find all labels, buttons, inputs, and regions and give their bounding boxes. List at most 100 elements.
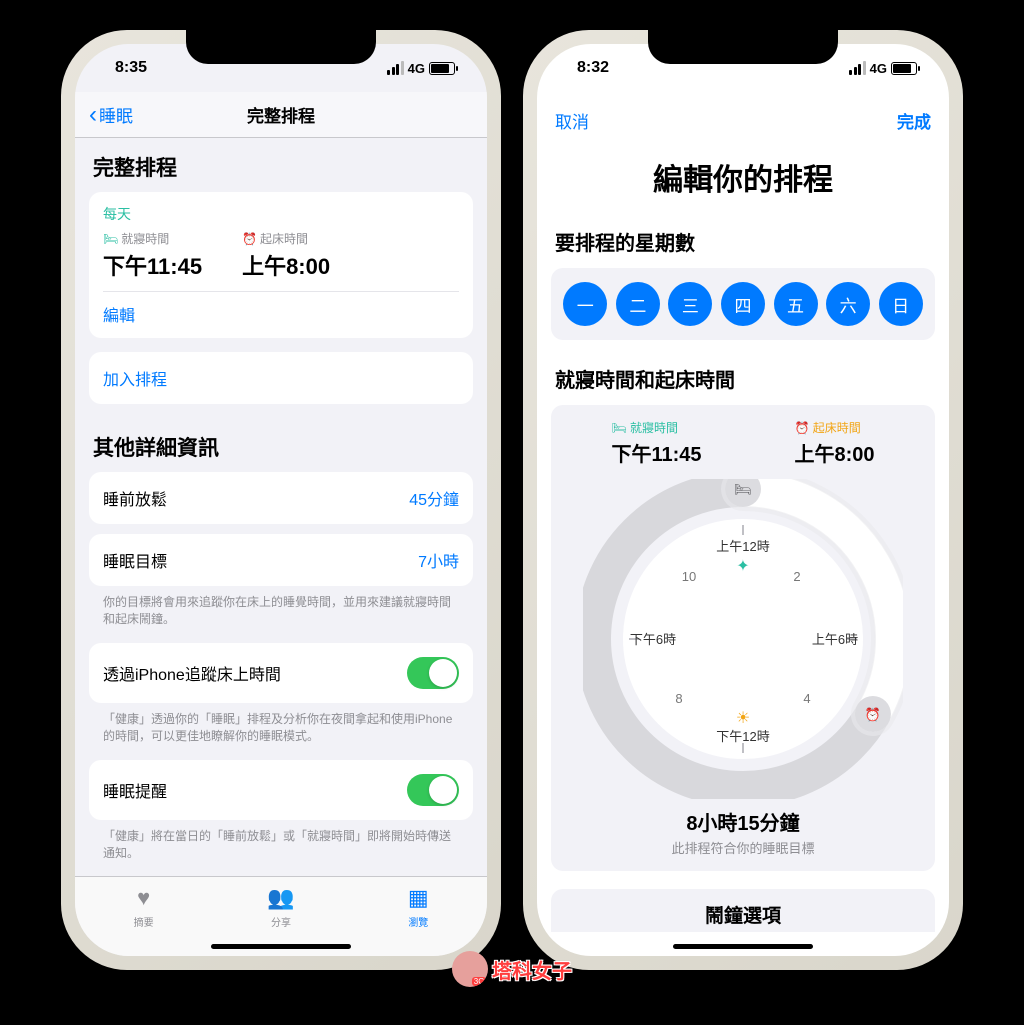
winddown-row-wrap: 睡前放鬆 45分鐘 [89, 472, 473, 524]
section-full-schedule: 完整排程 [75, 138, 487, 192]
day-mon[interactable]: 一 [563, 282, 607, 326]
section-details: 其他詳細資訊 [75, 418, 487, 472]
schedule-times: 🛏就寢時間 下午11:45 ⏰起床時間 上午8:00 [103, 230, 459, 281]
duration-value: 8小時15分鐘 [565, 807, 921, 836]
watermark-avatar-icon [452, 951, 488, 987]
phone-left: 8:35 4G ‹ 睡眠 完整排程 完整排程 每天 🛏就寢時間 下午11: [61, 30, 501, 970]
svg-text:⏰: ⏰ [865, 706, 881, 722]
winddown-label: 睡前放鬆 [103, 486, 167, 510]
days-header: 要排程的星期數 [537, 221, 949, 268]
bedtime-label: 就寢時間 [630, 421, 678, 435]
notch [648, 30, 838, 64]
tab-summary[interactable]: ♥ 摘要 [104, 885, 184, 929]
modal-bar: 取消 完成 [537, 92, 949, 141]
tab-share-label: 分享 [271, 914, 291, 929]
status-time: 8:35 [115, 59, 147, 77]
battery-icon [429, 62, 455, 75]
day-wed[interactable]: 三 [668, 282, 712, 326]
clock-dial[interactable]: ✦ ☀ 上午12時 下午12時 下午6時 上午6時 10 2 4 8 🛏 [583, 479, 903, 799]
home-indicator[interactable] [673, 944, 813, 949]
cancel-button[interactable]: 取消 [555, 108, 589, 133]
day-selector: 一 二 三 四 五 六 日 [551, 268, 935, 340]
goal-desc: 你的目標將會用來追蹤你在床上的睡覺時間，並用來建議就寢時間和起床鬧鐘。 [75, 586, 487, 643]
clock-n10: 10 [682, 569, 696, 584]
bed-icon: 🛏 [103, 232, 118, 246]
day-fri[interactable]: 五 [774, 282, 818, 326]
add-schedule-button[interactable]: 加入排程 [89, 352, 473, 404]
status-icons: 4G [849, 61, 917, 76]
waketime-label: 起床時間 [260, 230, 308, 247]
bed-icon: 🛏 [611, 421, 630, 435]
chevron-left-icon: ‹ [89, 101, 97, 129]
waketime-col: ⏰ 起床時間 上午8:00 [794, 419, 874, 467]
svg-text:🛏: 🛏 [734, 481, 752, 497]
watermark-text: 塔科女子 [492, 955, 572, 984]
day-thu[interactable]: 四 [721, 282, 765, 326]
goal-label: 睡眠目標 [103, 548, 167, 572]
goal-ok-text: 此排程符合你的睡眠目標 [565, 838, 921, 857]
clock-right: 上午6時 [812, 632, 858, 647]
times-header: 就寢時間和起床時間 [537, 358, 949, 405]
goal-value: 7小時 [418, 548, 459, 572]
duration-result: 8小時15分鐘 此排程符合你的睡眠目標 [565, 807, 921, 857]
day-sat[interactable]: 六 [826, 282, 870, 326]
page-title: 完整排程 [247, 102, 315, 127]
goal-row[interactable]: 睡眠目標 7小時 [89, 534, 473, 586]
tab-browse-label: 瀏覽 [408, 914, 428, 929]
clock-bottom: 下午12時 [716, 729, 769, 744]
day-sun[interactable]: 日 [879, 282, 923, 326]
waketime-value: 上午8:00 [794, 438, 874, 467]
clock-left: 下午6時 [630, 632, 676, 647]
network-label: 4G [870, 61, 887, 76]
done-button[interactable]: 完成 [897, 108, 931, 133]
home-indicator[interactable] [211, 944, 351, 949]
remind-toggle[interactable] [407, 774, 459, 806]
bedtime-col: 🛏就寢時間 下午11:45 [103, 230, 202, 281]
bedtime-label: 就寢時間 [121, 230, 169, 247]
back-button[interactable]: ‹ 睡眠 [89, 101, 133, 129]
winddown-row[interactable]: 睡前放鬆 45分鐘 [89, 472, 473, 524]
track-label: 透過iPhone追蹤床上時間 [103, 661, 281, 685]
bedtime-value: 下午11:45 [611, 438, 701, 467]
grid-icon: ▦ [408, 885, 429, 911]
remind-desc: 「健康」將在當日的「睡前放鬆」或「就寢時間」即將開始時傳送通知。 [75, 820, 487, 876]
track-toggle[interactable] [407, 657, 459, 689]
notch [186, 30, 376, 64]
clock-n2: 2 [793, 569, 800, 584]
screen-left: 8:35 4G ‹ 睡眠 完整排程 完整排程 每天 🛏就寢時間 下午11: [75, 44, 487, 956]
navbar: ‹ 睡眠 完整排程 [75, 92, 487, 138]
waketime-col: ⏰起床時間 上午8:00 [242, 230, 330, 281]
status-time: 8:32 [577, 59, 609, 77]
signal-icon [849, 61, 866, 75]
schedule-daily: 每天 [103, 204, 459, 224]
alarm-icon: ⏰ [794, 421, 812, 435]
remind-label: 睡眠提醒 [103, 778, 167, 802]
watermark: 塔科女子 [452, 951, 572, 987]
alarm-section-title: 鬧鐘選項 [551, 889, 935, 932]
network-label: 4G [408, 61, 425, 76]
status-icons: 4G [387, 61, 455, 76]
track-desc: 「健康」透過你的「睡眠」排程及分析你在夜間拿起和使用iPhone的時間，可以更佳… [75, 703, 487, 760]
phone-right: 8:32 4G 取消 完成 編輯你的排程 要排程的星期數 一 二 三 四 五 六… [523, 30, 963, 970]
bedtime-col: 🛏 就寢時間 下午11:45 [611, 419, 701, 467]
clock-n8b: 8 [675, 691, 682, 706]
remind-row-wrap: 睡眠提醒 [89, 760, 473, 820]
times-head: 🛏 就寢時間 下午11:45 ⏰ 起床時間 上午8:00 [565, 419, 921, 467]
back-label: 睡眠 [99, 102, 133, 127]
clock-n4b: 4 [803, 691, 810, 706]
times-card: 🛏 就寢時間 下午11:45 ⏰ 起床時間 上午8:00 [551, 405, 935, 871]
waketime-value: 上午8:00 [242, 249, 330, 281]
tab-browse[interactable]: ▦ 瀏覽 [378, 885, 458, 929]
modal-title: 編輯你的排程 [537, 141, 949, 221]
edit-schedule-link[interactable]: 編輯 [103, 291, 459, 326]
screen-right: 8:32 4G 取消 完成 編輯你的排程 要排程的星期數 一 二 三 四 五 六… [537, 44, 949, 956]
day-tue[interactable]: 二 [616, 282, 660, 326]
bedtime-value: 下午11:45 [103, 249, 202, 281]
heart-icon: ♥ [137, 885, 150, 911]
alarm-icon: ⏰ [242, 232, 257, 246]
tab-share[interactable]: 👥 分享 [241, 885, 321, 929]
track-row-wrap: 透過iPhone追蹤床上時間 [89, 643, 473, 703]
svg-text:✦: ✦ [736, 558, 749, 575]
track-row: 透過iPhone追蹤床上時間 [89, 643, 473, 703]
winddown-value: 45分鐘 [409, 486, 459, 510]
